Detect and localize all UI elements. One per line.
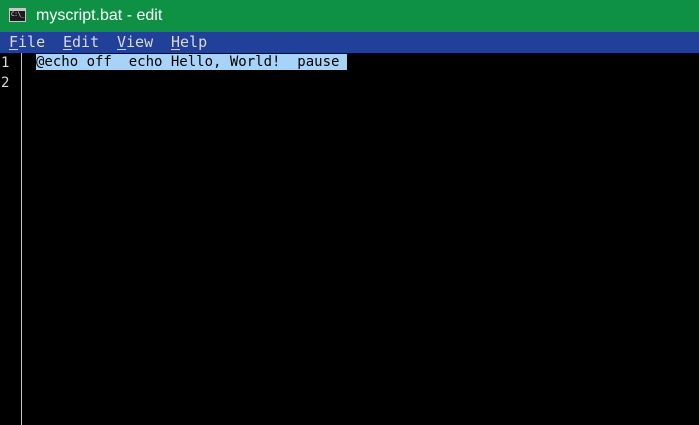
menu-view[interactable]: View [117,32,153,53]
line-number-1: 1 [1,55,10,71]
text-editor[interactable]: 1 2 @echo off echo Hello, World! pause [0,53,699,425]
selected-text[interactable]: @echo off echo Hello, World! pause [36,54,348,70]
menu-view-hotkey: V [117,33,127,51]
menu-help-label: elp [180,33,208,51]
menu-view-label: iew [126,33,154,51]
menu-file-label: ile [18,33,46,51]
code-line-1[interactable]: @echo off echo Hello, World! pause [36,53,348,72]
menu-edit-hotkey: E [63,33,73,51]
menu-help-hotkey: H [171,33,181,51]
editor-window: C:\_ myscript.bat - edit File Edit View … [0,0,699,425]
line-number-2: 2 [1,75,10,91]
menu-file[interactable]: File [9,32,45,53]
menu-file-hotkey: F [9,33,19,51]
title-bar[interactable]: C:\_ myscript.bat - edit [0,0,699,32]
menu-bar: File Edit View Help [0,32,699,53]
command-prompt-icon-text: C:\_ [11,11,25,18]
menu-edit[interactable]: Edit [63,32,99,53]
gutter-divider [21,53,22,425]
window-title: myscript.bat - edit [36,7,163,24]
command-prompt-icon: C:\_ [9,8,26,22]
menu-help[interactable]: Help [171,32,207,53]
menu-edit-label: dit [72,33,100,51]
